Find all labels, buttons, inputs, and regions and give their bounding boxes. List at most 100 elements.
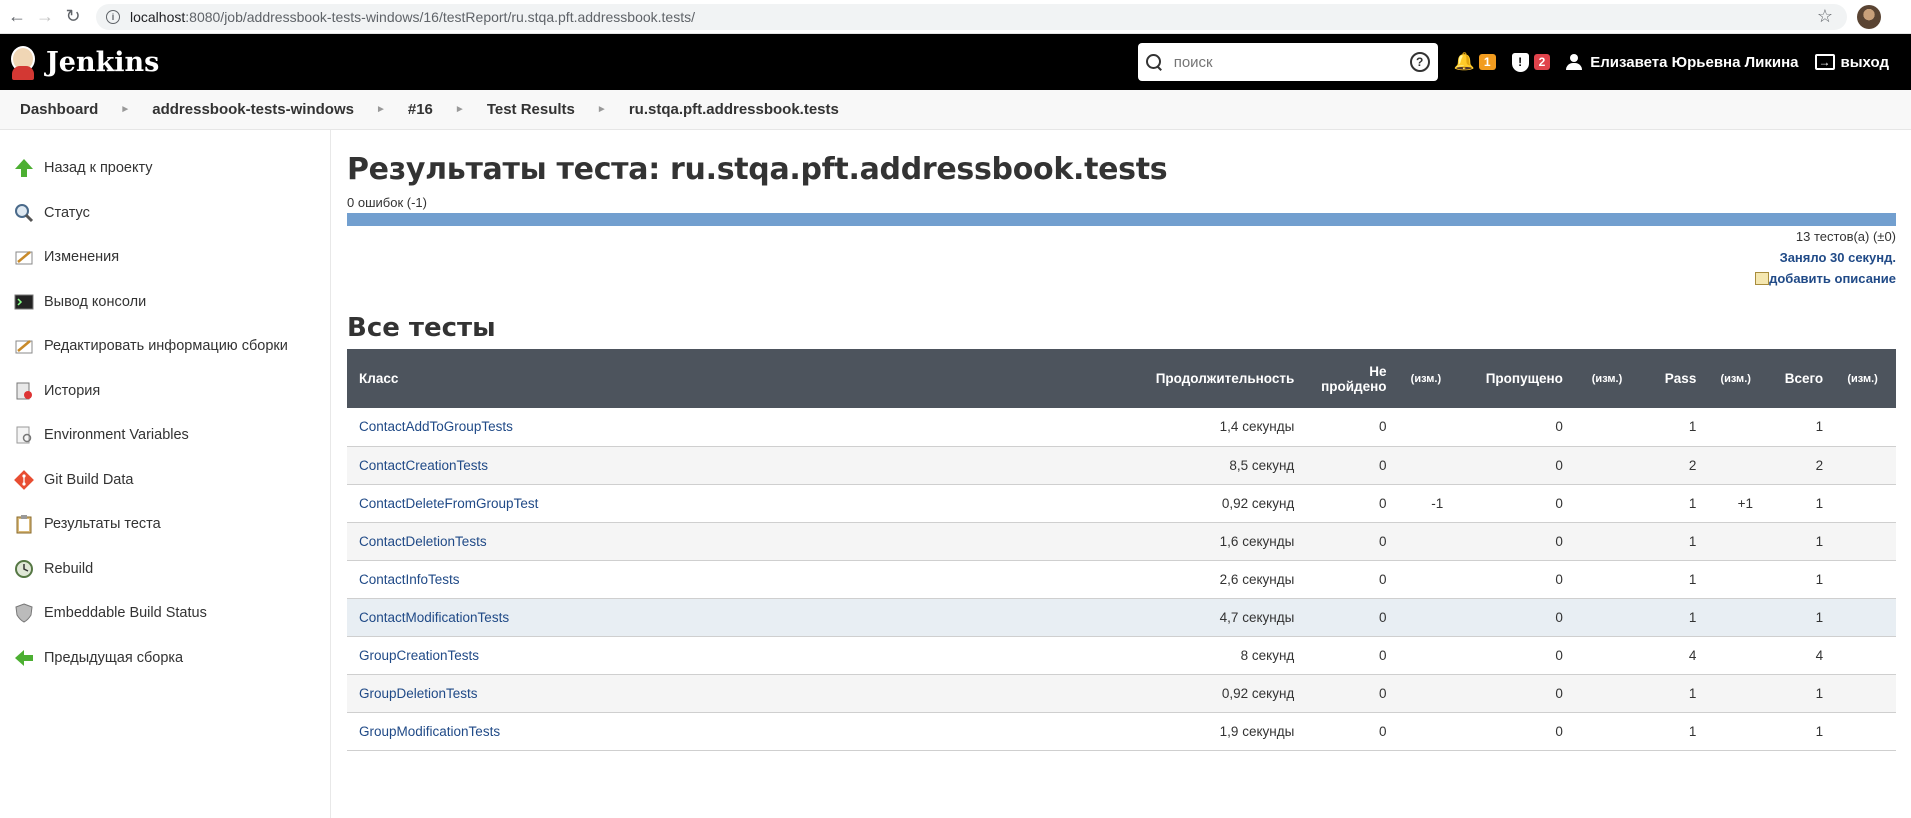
table-row: ContactCreationTests 8,5 секунд 0 0 2 2 (347, 446, 1896, 485)
breadcrumb-item-test-results[interactable]: Test Results (487, 101, 575, 118)
back-arrow-icon[interactable]: ← (6, 6, 28, 28)
forward-arrow-icon[interactable]: → (34, 6, 56, 28)
cell-class[interactable]: ContactAddToGroupTests (347, 408, 1110, 447)
sidebar-item-edit-build-info[interactable]: Редактировать информацию сборки (0, 324, 330, 369)
col-duration[interactable]: Продолжительность (1110, 349, 1301, 408)
sidebar-item-back-to-project[interactable]: Назад к проекту (0, 146, 330, 191)
sidebar-item-status[interactable]: Статус (0, 191, 330, 236)
magnifier-icon (12, 201, 36, 225)
cell-duration: 1,9 секунды (1109, 712, 1301, 751)
search-input[interactable] (1173, 53, 1410, 71)
bookmark-star-icon[interactable]: ☆ (1817, 6, 1833, 27)
sidebar-item-label: Назад к проекту (44, 160, 153, 177)
logout-link[interactable]: → выход (1814, 54, 1889, 71)
sidebar-item-embeddable-status[interactable]: Embeddable Build Status (0, 591, 330, 636)
cell-skipped-diff (1568, 598, 1646, 637)
cell-class[interactable]: ContactDeletionTests (347, 522, 1110, 561)
cell-total-diff (1829, 484, 1896, 523)
reload-icon[interactable]: ↻ (62, 6, 84, 28)
jenkins-logo[interactable]: Jenkins (8, 44, 159, 80)
info-icon[interactable]: i (106, 9, 120, 24)
shield-icon (12, 601, 36, 625)
search-box[interactable]: ? (1137, 43, 1438, 81)
cell-total: 4 (1769, 636, 1830, 675)
cell-failed-diff (1392, 598, 1460, 637)
tests-count: 13 тестов(а) (±0) (1795, 229, 1896, 244)
cell-failed: 0 (1300, 674, 1393, 713)
col-total-diff[interactable]: (изм.) (1829, 349, 1896, 408)
table-row: ContactAddToGroupTests 1,4 секунды 0 0 1 1 (347, 408, 1896, 447)
edit-description-icon[interactable] (1755, 272, 1770, 285)
cell-pass-diff (1702, 674, 1770, 713)
cell-pass: 1 (1645, 712, 1703, 751)
cell-pass: 1 (1645, 560, 1703, 599)
cell-skipped: 0 (1459, 712, 1569, 751)
col-pass-diff[interactable]: (изм.) (1702, 349, 1769, 408)
sidebar-item-console[interactable]: Вывод консоли (0, 280, 330, 325)
sidebar-item-history[interactable]: История (0, 369, 330, 414)
breadcrumb-item-package[interactable]: ru.stqa.pft.addressbook.tests (629, 101, 839, 118)
breadcrumb-item-build[interactable]: #16 (408, 101, 433, 118)
browser-toolbar: ← → ↻ i localhost:8080/job/addressbook-t… (0, 0, 1911, 34)
cell-pass: 4 (1645, 636, 1703, 675)
cell-class[interactable]: ContactCreationTests (347, 446, 1110, 485)
cell-failed: 0 (1300, 598, 1393, 637)
sidebar-item-test-results[interactable]: Результаты теста (0, 502, 330, 547)
cell-failed-diff (1392, 712, 1460, 751)
cell-failed: 0 (1300, 408, 1393, 447)
rebuild-icon (12, 557, 36, 581)
col-failed[interactable]: Не пройдено (1300, 349, 1392, 408)
cell-total-diff (1829, 598, 1896, 637)
document-magnifier-icon (12, 423, 36, 447)
security-button[interactable]: ! 2 (1511, 52, 1551, 72)
col-failed-diff[interactable]: (изм.) (1393, 349, 1460, 408)
col-total[interactable]: Всего (1769, 349, 1829, 408)
cell-total: 1 (1769, 674, 1830, 713)
cell-skipped: 0 (1459, 674, 1569, 713)
col-class[interactable]: Класс (347, 349, 1110, 408)
sidebar-item-git-build-data[interactable]: Git Build Data (0, 458, 330, 503)
sidebar-item-env-vars[interactable]: Environment Variables (0, 413, 330, 458)
notepad-icon (12, 245, 36, 269)
profile-avatar[interactable] (1857, 4, 1881, 29)
cell-pass-diff (1702, 636, 1770, 675)
chevron-right-icon[interactable]: ► (376, 104, 386, 115)
cell-class[interactable]: GroupDeletionTests (347, 674, 1110, 713)
cell-class[interactable]: GroupCreationTests (347, 636, 1110, 675)
col-skipped-diff[interactable]: (изм.) (1569, 349, 1645, 408)
cell-class[interactable]: ContactModificationTests (347, 598, 1110, 637)
cell-pass-diff (1702, 446, 1770, 485)
duration-link[interactable]: Заняло 30 секунд. (1780, 250, 1896, 265)
cell-total: 1 (1769, 598, 1830, 637)
cell-skipped-diff (1568, 636, 1646, 675)
address-bar[interactable]: i localhost:8080/job/addressbook-tests-w… (96, 3, 1847, 30)
add-description-link[interactable]: добавить описание (1769, 271, 1896, 286)
cell-duration: 8 секунд (1109, 636, 1301, 675)
sidebar-item-changes[interactable]: Изменения (0, 235, 330, 280)
user-link[interactable]: Елизавета Юрьевна Ликина (1566, 54, 1799, 71)
table-row: ContactDeleteFromGroupTest 0,92 секунд 0 -1… (347, 484, 1896, 523)
cell-class[interactable]: GroupModificationTests (347, 712, 1110, 751)
chevron-right-icon[interactable]: ► (455, 104, 465, 115)
breadcrumb-item-dashboard[interactable]: Dashboard (20, 101, 98, 118)
col-skipped[interactable]: Пропущено (1459, 349, 1569, 408)
col-pass[interactable]: Pass (1645, 349, 1702, 408)
cell-total: 1 (1769, 484, 1830, 523)
git-icon (12, 468, 36, 492)
cell-class[interactable]: ContactDeleteFromGroupTest (347, 484, 1110, 523)
cell-class[interactable]: ContactInfoTests (347, 560, 1110, 599)
help-icon[interactable]: ? (1409, 52, 1430, 72)
chevron-right-icon[interactable]: ► (120, 104, 130, 115)
chevron-right-icon[interactable]: ► (597, 104, 607, 115)
sidebar-item-rebuild[interactable]: Rebuild (0, 547, 330, 592)
notifications-button[interactable]: 🔔 1 (1454, 52, 1496, 72)
cell-skipped-diff (1568, 408, 1646, 447)
sidebar-item-label: Статус (44, 204, 90, 221)
sidebar-item-previous-build[interactable]: Предыдущая сборка (0, 636, 330, 681)
sidebar-item-label: История (44, 382, 101, 399)
cell-pass: 1 (1645, 598, 1703, 637)
sidebar-item-label: Rebuild (44, 560, 94, 577)
notepad-icon (12, 334, 36, 358)
breadcrumb-item-job[interactable]: addressbook-tests-windows (152, 101, 354, 118)
table-header-row: Класс Продолжительность Не пройдено (изм… (347, 349, 1896, 408)
